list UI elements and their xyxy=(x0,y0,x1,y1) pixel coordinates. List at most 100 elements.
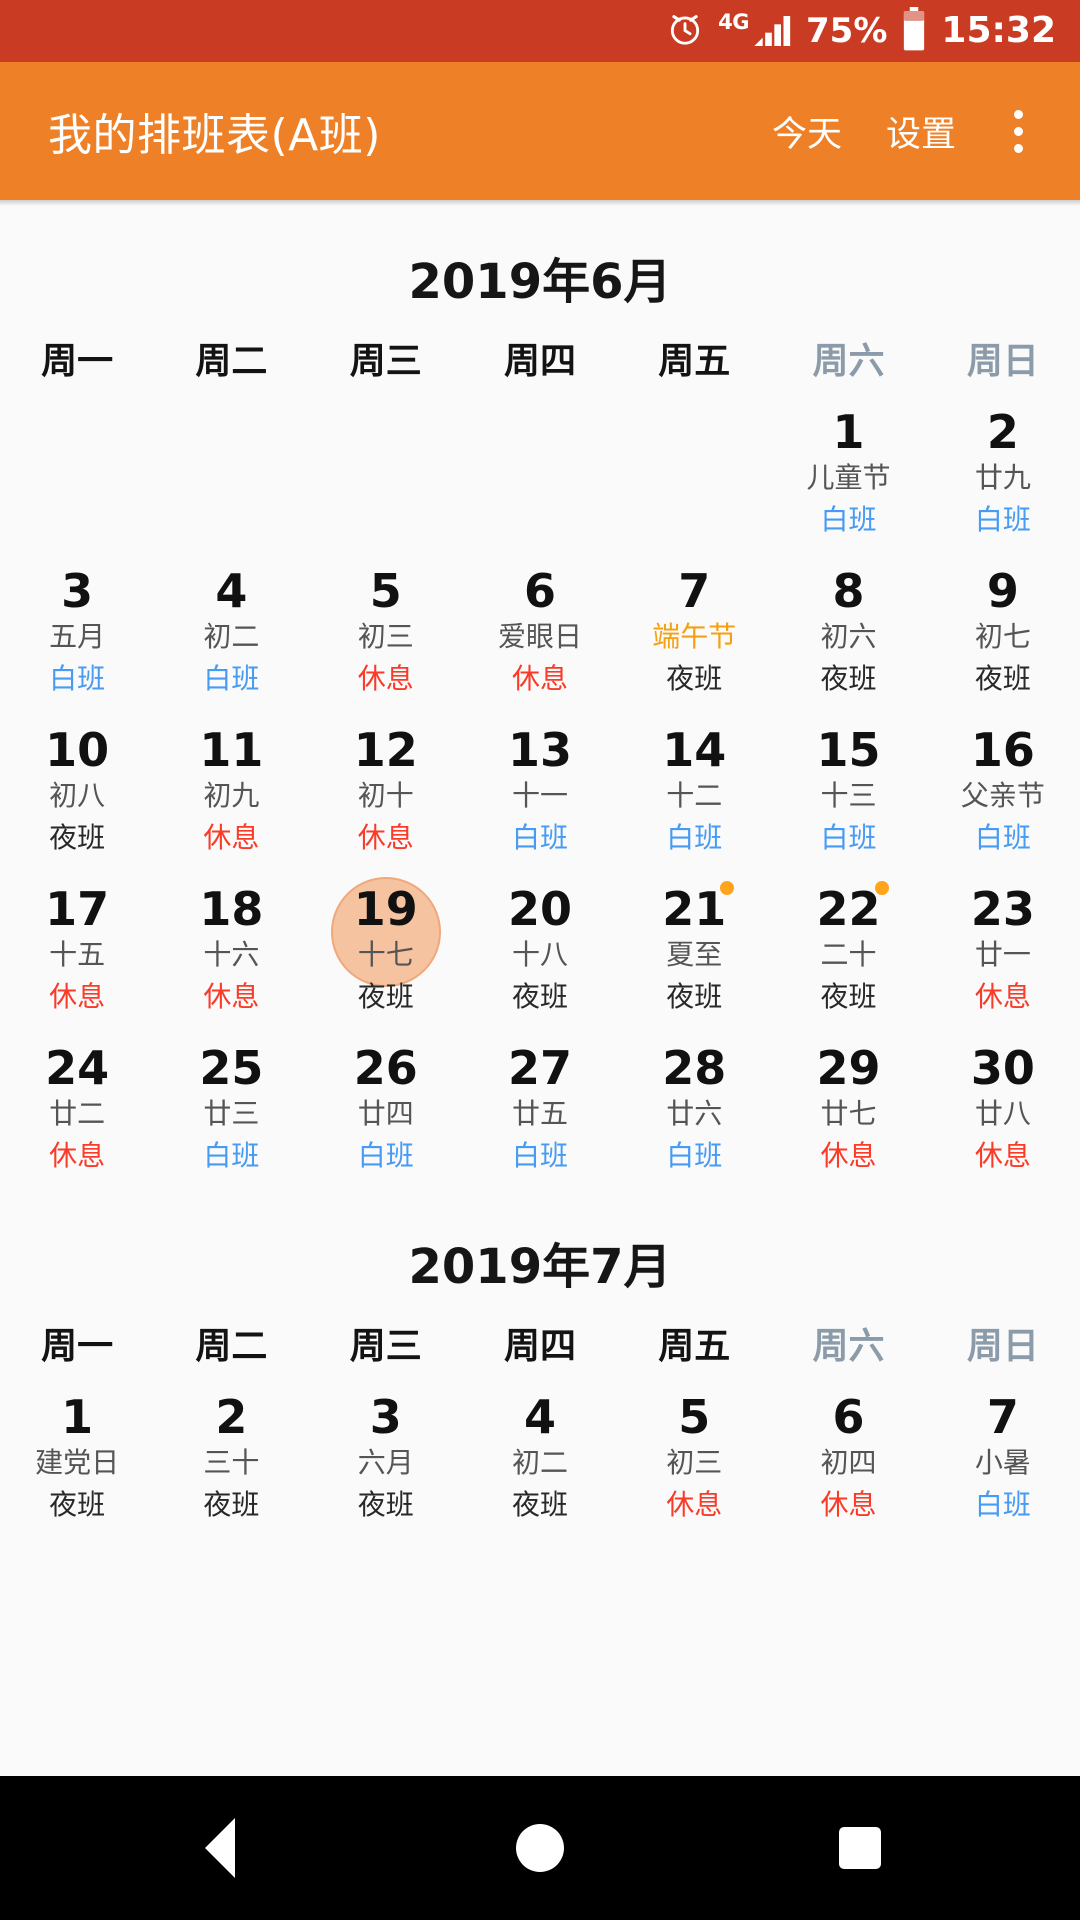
day-shift-label: 夜班 xyxy=(357,979,414,1013)
day-cell[interactable]: 6 爱眼日 休息 xyxy=(463,549,617,708)
day-cell[interactable]: 4 初二 夜班 xyxy=(463,1375,617,1534)
day-cell[interactable]: 30 廿八 休息 xyxy=(926,1026,1080,1185)
settings-button[interactable]: 设置 xyxy=(864,96,978,167)
day-cell[interactable]: 27 廿五 白班 xyxy=(463,1026,617,1185)
day-shift-label: 白班 xyxy=(820,502,877,536)
day-lunar-label: 十三 xyxy=(820,778,877,812)
day-cell[interactable]: 5 初三 休息 xyxy=(309,549,463,708)
day-cell[interactable]: 26 廿四 白班 xyxy=(309,1026,463,1185)
day-number: 7 xyxy=(986,1390,1019,1444)
day-cell[interactable]: 2 三十 夜班 xyxy=(154,1375,308,1534)
day-shift-label: 白班 xyxy=(974,820,1031,854)
status-bar-clock: 15:32 xyxy=(941,10,1056,51)
weekday-header-6: 周六 xyxy=(812,1326,885,1367)
day-cell[interactable]: 1 建党日夜班 xyxy=(0,1375,154,1534)
day-cell[interactable]: 2 廿九 白班 xyxy=(926,390,1080,549)
day-cell[interactable]: 16 父亲节 白班 xyxy=(926,708,1080,867)
day-cell[interactable]: 10 初八 夜班 xyxy=(0,708,154,867)
battery-icon xyxy=(901,7,927,55)
nav-back-button[interactable] xyxy=(145,1776,295,1920)
day-cell[interactable]: 25 廿三 白班 xyxy=(154,1026,308,1185)
day-lunar-label: 初八 xyxy=(49,778,106,812)
day-lunar-label: 十一 xyxy=(511,778,568,812)
week-row: 1 建党日 夜班 2 三十 夜班 3 六月 夜班 4 初二 夜班 5 初三 休息 6 初四 休息 7 小暑 白班 xyxy=(0,1375,1080,1534)
day-lunar-label: 廿四 xyxy=(357,1096,414,1130)
day-cell[interactable]: 1 儿童节 白班 xyxy=(771,390,925,549)
day-number: 28 xyxy=(662,1041,727,1095)
nav-recents-button[interactable] xyxy=(785,1776,935,1920)
day-cell[interactable]: 17 十五 休息 xyxy=(0,867,154,1026)
day-cell[interactable]: 6 初四 休息 xyxy=(771,1375,925,1534)
day-cell[interactable]: 13 十一 白班 xyxy=(463,708,617,867)
calendar-scroll-area[interactable]: 2019年6月 周一 周二 周三 周四 周五 周六 周日 1 儿童节 白班 2 廿九 白班 3 五月 白班 4 初二… xyxy=(0,200,1080,1776)
day-lunar-label: 初二 xyxy=(511,1445,568,1479)
day-number: 23 xyxy=(970,882,1035,936)
day-shift-label: 夜班 xyxy=(666,661,723,695)
day-cell[interactable]: 21 夏至 夜班 xyxy=(617,867,771,1026)
month-title: 2019年7月 xyxy=(408,1239,672,1295)
network-type-label: 4G xyxy=(718,10,750,34)
day-number: 1 xyxy=(61,1390,94,1444)
day-number: 20 xyxy=(507,882,572,936)
weekday-header-2: 周二 xyxy=(195,1326,268,1367)
day-cell[interactable]: 4 初二 白班 xyxy=(154,549,308,708)
day-number: 4 xyxy=(523,1390,556,1444)
back-triangle-icon xyxy=(205,1818,235,1878)
day-cell[interactable]: 23 廿一 休息 xyxy=(926,867,1080,1026)
day-number: 13 xyxy=(507,723,572,777)
day-cell[interactable]: 24 廿二 休息 xyxy=(0,1026,154,1185)
week-row: 3 五月 白班 4 初二 白班 5 初三 休息 6 爱眼日 休息 7 端午节 夜班 8 初六 夜班 9 初七 夜班 xyxy=(0,549,1080,708)
day-cell[interactable]: 20 十八 夜班 xyxy=(463,867,617,1026)
day-cell[interactable]: 12 初十 休息 xyxy=(309,708,463,867)
day-cell[interactable]: 22 二十 夜班 xyxy=(771,867,925,1026)
day-shift-label: 休息 xyxy=(203,820,260,854)
day-cell[interactable]: 7 小暑 白班 xyxy=(926,1375,1080,1534)
day-cell[interactable]: 7 端午节 夜班 xyxy=(617,549,771,708)
day-shift-label: 夜班 xyxy=(820,661,877,695)
day-lunar-label: 廿一 xyxy=(974,937,1031,971)
day-cell[interactable]: 14 十二 白班 xyxy=(617,708,771,867)
day-cell[interactable]: 8 初六 夜班 xyxy=(771,549,925,708)
day-lunar-label: 廿三 xyxy=(203,1096,260,1130)
day-cell[interactable]: 15 十三 白班 xyxy=(771,708,925,867)
day-number: 16 xyxy=(970,723,1035,777)
day-shift-label: 休息 xyxy=(666,1487,723,1521)
day-shift-label: 夜班 xyxy=(511,979,568,1013)
day-cell[interactable]: 28 廿六 白班 xyxy=(617,1026,771,1185)
day-shift-label: 夜班 xyxy=(49,1487,106,1521)
weekday-header-3: 周三 xyxy=(349,341,422,382)
day-number: 8 xyxy=(832,564,865,618)
nav-home-button[interactable] xyxy=(465,1776,615,1920)
day-shift-label: 夜班 xyxy=(820,979,877,1013)
day-cell[interactable]: 3 五月 白班 xyxy=(0,549,154,708)
day-number: 25 xyxy=(199,1041,264,1095)
battery-percent-label: 75% xyxy=(806,11,888,51)
day-number: 26 xyxy=(353,1041,418,1095)
day-lunar-label: 初二 xyxy=(203,619,260,653)
day-lunar-label: 三十 xyxy=(203,1445,260,1479)
day-number: 24 xyxy=(45,1041,110,1095)
day-cell[interactable]: 19 十七 夜班 xyxy=(309,867,463,1026)
day-number: 21 xyxy=(662,882,727,936)
day-shift-label: 休息 xyxy=(511,661,568,695)
day-lunar-label: 建党日 xyxy=(35,1445,120,1479)
day-lunar-label: 六月 xyxy=(357,1445,414,1479)
day-cell[interactable]: 9 初七 夜班 xyxy=(926,549,1080,708)
status-icon-group: 4G 75% 15:32 xyxy=(666,7,1056,55)
day-cell[interactable]: 29 廿七 休息 xyxy=(771,1026,925,1185)
day-number: 5 xyxy=(678,1390,711,1444)
day-cell[interactable]: 11 初九 休息 xyxy=(154,708,308,867)
day-cell[interactable]: 18 十六 休息 xyxy=(154,867,308,1026)
day-number: 2 xyxy=(986,405,1019,459)
weekday-header-3: 周三 xyxy=(349,1326,422,1367)
day-number: 1 xyxy=(832,405,865,459)
android-navigation-bar xyxy=(0,1776,1080,1920)
day-number: 5 xyxy=(369,564,402,618)
day-lunar-label: 十六 xyxy=(203,937,260,971)
overflow-menu-icon[interactable] xyxy=(986,88,1050,174)
weekday-header-1: 周一 xyxy=(41,341,114,382)
day-cell[interactable]: 3 六月 夜班 xyxy=(309,1375,463,1534)
today-button[interactable]: 今天 xyxy=(750,96,864,167)
day-cell[interactable]: 5 初三 休息 xyxy=(617,1375,771,1534)
weekday-header-row: 周一 周二 周三 周四 周五 周六 周日 xyxy=(0,1309,1080,1375)
